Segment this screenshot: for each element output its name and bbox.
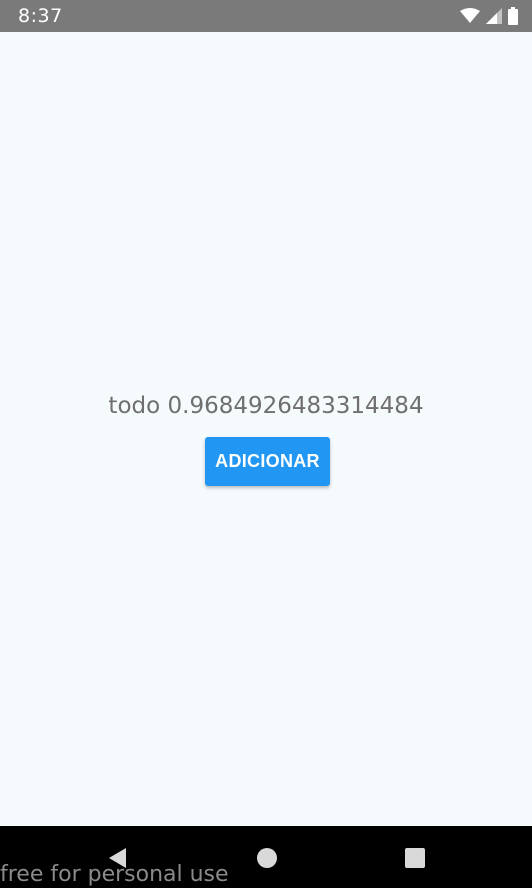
status-time: 8:37 (18, 5, 63, 27)
wifi-icon (460, 8, 480, 24)
battery-icon (508, 7, 518, 25)
status-bar: 8:37 (0, 0, 532, 32)
app-screen: 8:37 todo 0.9684926483314484 ADICIONAR f… (0, 0, 532, 888)
todo-label: todo 0.9684926483314484 (108, 393, 424, 419)
add-button[interactable]: ADICIONAR (205, 437, 330, 486)
main-content: todo 0.9684926483314484 ADICIONAR (0, 32, 532, 826)
signal-icon (486, 8, 502, 24)
watermark-text: free for personal use (0, 862, 229, 887)
recent-apps-icon[interactable] (403, 846, 427, 870)
status-icons (460, 7, 518, 25)
home-icon[interactable] (255, 846, 279, 870)
